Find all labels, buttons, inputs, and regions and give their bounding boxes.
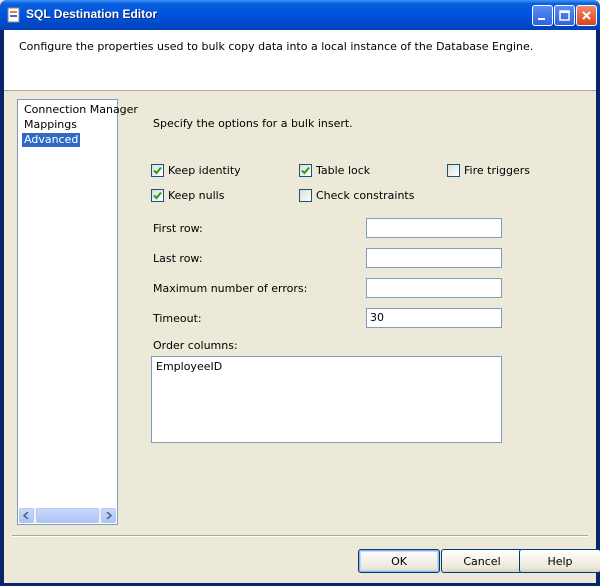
cancel-button[interactable]: Cancel (441, 549, 523, 573)
keep-identity-check-box[interactable] (151, 164, 164, 177)
table-lock-checkbox[interactable]: Table lock (299, 164, 370, 177)
dialog-window: SQL Destination Editor Configure the pro… (0, 0, 600, 586)
keep-identity-label: Keep identity (168, 164, 241, 177)
check-constraints-label: Check constraints (316, 189, 415, 202)
maximize-button[interactable] (554, 5, 575, 26)
scrollbar-thumb[interactable] (36, 508, 99, 523)
order-columns-textarea[interactable]: EmployeeID (151, 356, 502, 443)
table-lock-label: Table lock (316, 164, 371, 177)
keep-identity-checkbox[interactable]: Keep identity (151, 164, 241, 177)
first-row-input[interactable] (366, 218, 502, 238)
timeout-input[interactable]: 30 (366, 308, 502, 328)
checkmark-icon (153, 191, 162, 200)
nav-item-mappings[interactable]: Mappings (22, 118, 79, 132)
ok-button[interactable]: OK (358, 549, 440, 573)
horizontal-scrollbar[interactable] (19, 508, 116, 523)
header-panel: Configure the properties used to bulk co… (4, 30, 596, 91)
chevron-right-icon (106, 512, 112, 519)
last-row-input[interactable] (366, 248, 502, 268)
table-lock-check-box[interactable] (299, 164, 312, 177)
nav-item-connection-manager[interactable]: Connection Manager (22, 103, 140, 117)
fire-triggers-checkbox[interactable]: Fire triggers (447, 164, 530, 177)
maximize-icon (559, 10, 570, 21)
timeout-label: Timeout: (153, 312, 202, 325)
header-description: Configure the properties used to bulk co… (19, 40, 534, 53)
scroll-left-button[interactable] (19, 508, 34, 523)
dialog-client-area: Configure the properties used to bulk co… (4, 30, 600, 583)
keep-nulls-check-box[interactable] (151, 189, 164, 202)
fire-triggers-label: Fire triggers (464, 164, 531, 177)
options-intro: Specify the options for a bulk insert. (153, 117, 353, 130)
scroll-right-button[interactable] (101, 508, 116, 523)
checkmark-icon (301, 166, 310, 175)
check-constraints-checkbox[interactable]: Check constraints (299, 189, 414, 202)
window-title: SQL Destination Editor (26, 7, 158, 21)
max-errors-label: Maximum number of errors: (153, 282, 308, 295)
page-navigation-list[interactable]: Connection Manager Mappings Advanced (17, 99, 138, 525)
nav-item-advanced[interactable]: Advanced (22, 133, 81, 147)
close-button[interactable] (576, 5, 597, 26)
check-constraints-check-box[interactable] (299, 189, 312, 202)
minimize-button[interactable] (532, 5, 553, 26)
checkmark-icon (153, 166, 162, 175)
max-errors-input[interactable] (366, 278, 502, 298)
chevron-left-icon (23, 512, 29, 519)
first-row-label: First row: (153, 222, 203, 235)
last-row-label: Last row: (153, 252, 203, 265)
order-columns-label: Order columns: (153, 339, 238, 352)
keep-nulls-label: Keep nulls (168, 189, 225, 202)
button-separator (12, 535, 588, 537)
keep-nulls-checkbox[interactable]: Keep nulls (151, 189, 224, 202)
help-button[interactable]: Help (519, 549, 600, 573)
fire-triggers-check-box[interactable] (447, 164, 460, 177)
title-bar[interactable]: SQL Destination Editor (0, 0, 600, 30)
app-icon (7, 7, 20, 23)
close-icon (582, 11, 591, 20)
minimize-icon (538, 18, 545, 20)
